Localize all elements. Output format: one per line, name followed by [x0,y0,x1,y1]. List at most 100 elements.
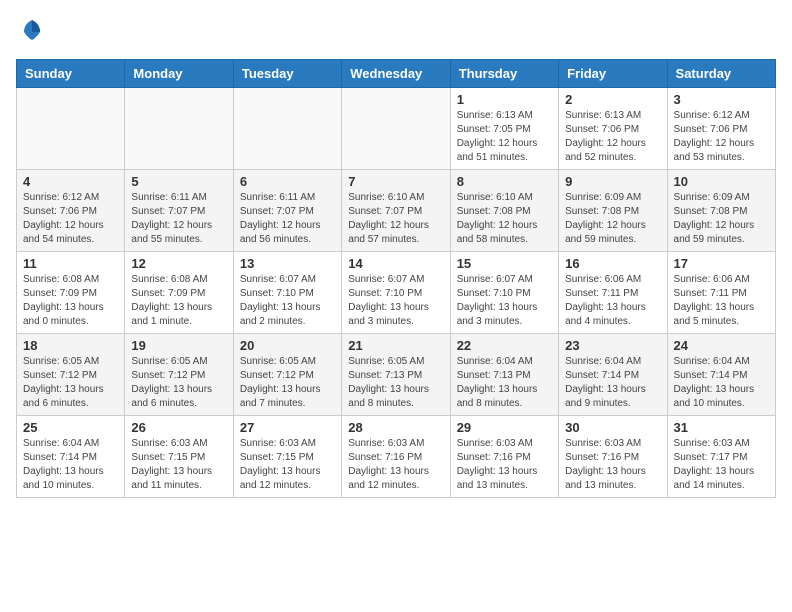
day-number: 1 [457,92,552,107]
calendar-day-cell: 27 Sunrise: 6:03 AM Sunset: 7:15 PM Dayli… [233,416,341,498]
day-number: 18 [23,338,118,353]
calendar-day-cell: 4 Sunrise: 6:12 AM Sunset: 7:06 PM Daylig… [17,170,125,252]
day-number: 28 [348,420,443,435]
calendar-week-row: 1 Sunrise: 6:13 AM Sunset: 7:05 PM Daylig… [17,88,776,170]
calendar-day-cell: 5 Sunrise: 6:11 AM Sunset: 7:07 PM Daylig… [125,170,233,252]
day-number: 20 [240,338,335,353]
calendar-day-cell [342,88,450,170]
day-info: Sunrise: 6:05 AM Sunset: 7:12 PM Dayligh… [23,355,118,411]
calendar-table: SundayMondayTuesdayWednesdayThursdayFrid… [16,59,776,498]
calendar-day-cell: 15 Sunrise: 6:07 AM Sunset: 7:10 PM Dayli… [450,252,558,334]
calendar-day-cell [17,88,125,170]
day-info: Sunrise: 6:11 AM Sunset: 7:07 PM Dayligh… [131,191,226,247]
calendar-day-cell: 14Sunrise: 6:07 AM Sunset: 7:10 PM Dayli… [342,252,450,334]
day-info: Sunrise: 6:11 AM Sunset: 7:07 PM Dayligh… [240,191,335,247]
calendar-day-cell: 7 Sunrise: 6:10 AM Sunset: 7:07 PM Daylig… [342,170,450,252]
day-info: Sunrise: 6:08 AM Sunset: 7:09 PM Dayligh… [23,273,118,329]
calendar-day-cell: 25 Sunrise: 6:04 AM Sunset: 7:14 PM Dayli… [17,416,125,498]
calendar-day-cell: 6 Sunrise: 6:11 AM Sunset: 7:07 PM Daylig… [233,170,341,252]
day-info: Sunrise: 6:13 AM Sunset: 7:06 PM Dayligh… [565,109,660,165]
day-number: 16 [565,256,660,271]
day-info: Sunrise: 6:05 AM Sunset: 7:12 PM Dayligh… [240,355,335,411]
day-info: Sunrise: 6:07 AM Sunset: 7:10 PM Dayligh… [348,273,443,329]
day-info: Sunrise: 6:06 AM Sunset: 7:11 PM Dayligh… [565,273,660,329]
calendar-day-cell: 21 Sunrise: 6:05 AM Sunset: 7:13 PM Dayli… [342,334,450,416]
day-number: 30 [565,420,660,435]
day-number: 8 [457,174,552,189]
calendar-day-cell: 28 Sunrise: 6:03 AM Sunset: 7:16 PM Dayli… [342,416,450,498]
day-info: Sunrise: 6:03 AM Sunset: 7:16 PM Dayligh… [348,437,443,493]
day-header-saturday: Saturday [667,60,775,88]
day-number: 13 [240,256,335,271]
day-info: Sunrise: 6:08 AM Sunset: 7:09 PM Dayligh… [131,273,226,329]
calendar-day-cell: 31 Sunrise: 6:03 AM Sunset: 7:17 PM Dayli… [667,416,775,498]
day-info: Sunrise: 6:03 AM Sunset: 7:15 PM Dayligh… [131,437,226,493]
calendar-day-cell: 3 Sunrise: 6:12 AM Sunset: 7:06 PM Daylig… [667,88,775,170]
day-info: Sunrise: 6:04 AM Sunset: 7:14 PM Dayligh… [23,437,118,493]
calendar-week-row: 25 Sunrise: 6:04 AM Sunset: 7:14 PM Dayli… [17,416,776,498]
calendar-day-cell: 9Sunrise: 6:09 AM Sunset: 7:08 PM Daylig… [559,170,667,252]
calendar-day-cell: 11 Sunrise: 6:08 AM Sunset: 7:09 PM Dayli… [17,252,125,334]
day-info: Sunrise: 6:06 AM Sunset: 7:11 PM Dayligh… [674,273,769,329]
day-info: Sunrise: 6:13 AM Sunset: 7:05 PM Dayligh… [457,109,552,165]
calendar-day-cell: 20 Sunrise: 6:05 AM Sunset: 7:12 PM Dayli… [233,334,341,416]
logo-icon [18,16,46,44]
calendar-day-cell: 22Sunrise: 6:04 AM Sunset: 7:13 PM Dayli… [450,334,558,416]
day-number: 4 [23,174,118,189]
day-number: 12 [131,256,226,271]
calendar-day-cell: 10Sunrise: 6:09 AM Sunset: 7:08 PM Dayli… [667,170,775,252]
day-number: 31 [674,420,769,435]
logo [16,16,46,49]
day-number: 6 [240,174,335,189]
day-info: Sunrise: 6:10 AM Sunset: 7:07 PM Dayligh… [348,191,443,247]
calendar-day-cell: 30 Sunrise: 6:03 AM Sunset: 7:16 PM Dayli… [559,416,667,498]
day-info: Sunrise: 6:07 AM Sunset: 7:10 PM Dayligh… [457,273,552,329]
day-info: Sunrise: 6:04 AM Sunset: 7:13 PM Dayligh… [457,355,552,411]
calendar-day-cell [125,88,233,170]
day-number: 19 [131,338,226,353]
day-info: Sunrise: 6:03 AM Sunset: 7:16 PM Dayligh… [457,437,552,493]
calendar-day-cell: 13Sunrise: 6:07 AM Sunset: 7:10 PM Dayli… [233,252,341,334]
page-header [16,16,776,49]
day-number: 26 [131,420,226,435]
day-number: 7 [348,174,443,189]
day-header-thursday: Thursday [450,60,558,88]
day-header-monday: Monday [125,60,233,88]
day-number: 24 [674,338,769,353]
day-info: Sunrise: 6:10 AM Sunset: 7:08 PM Dayligh… [457,191,552,247]
calendar-day-cell: 1 Sunrise: 6:13 AM Sunset: 7:05 PM Daylig… [450,88,558,170]
calendar-day-cell [233,88,341,170]
day-info: Sunrise: 6:12 AM Sunset: 7:06 PM Dayligh… [23,191,118,247]
day-info: Sunrise: 6:03 AM Sunset: 7:15 PM Dayligh… [240,437,335,493]
calendar-day-cell: 17Sunrise: 6:06 AM Sunset: 7:11 PM Dayli… [667,252,775,334]
day-number: 27 [240,420,335,435]
day-header-wednesday: Wednesday [342,60,450,88]
day-info: Sunrise: 6:09 AM Sunset: 7:08 PM Dayligh… [565,191,660,247]
day-header-friday: Friday [559,60,667,88]
calendar-week-row: 11 Sunrise: 6:08 AM Sunset: 7:09 PM Dayli… [17,252,776,334]
day-header-tuesday: Tuesday [233,60,341,88]
calendar-week-row: 4 Sunrise: 6:12 AM Sunset: 7:06 PM Daylig… [17,170,776,252]
day-number: 15 [457,256,552,271]
day-number: 21 [348,338,443,353]
calendar-day-cell: 18 Sunrise: 6:05 AM Sunset: 7:12 PM Dayli… [17,334,125,416]
day-info: Sunrise: 6:12 AM Sunset: 7:06 PM Dayligh… [674,109,769,165]
calendar-day-cell: 12 Sunrise: 6:08 AM Sunset: 7:09 PM Dayli… [125,252,233,334]
day-number: 11 [23,256,118,271]
calendar-day-cell: 26 Sunrise: 6:03 AM Sunset: 7:15 PM Dayli… [125,416,233,498]
day-number: 23 [565,338,660,353]
calendar-day-cell: 2 Sunrise: 6:13 AM Sunset: 7:06 PM Daylig… [559,88,667,170]
day-info: Sunrise: 6:03 AM Sunset: 7:17 PM Dayligh… [674,437,769,493]
calendar-day-cell: 23Sunrise: 6:04 AM Sunset: 7:14 PM Dayli… [559,334,667,416]
day-info: Sunrise: 6:05 AM Sunset: 7:12 PM Dayligh… [131,355,226,411]
day-number: 29 [457,420,552,435]
day-info: Sunrise: 6:03 AM Sunset: 7:16 PM Dayligh… [565,437,660,493]
calendar-day-cell: 24Sunrise: 6:04 AM Sunset: 7:14 PM Dayli… [667,334,775,416]
day-number: 2 [565,92,660,107]
calendar-day-cell: 16 Sunrise: 6:06 AM Sunset: 7:11 PM Dayli… [559,252,667,334]
day-number: 3 [674,92,769,107]
calendar-header-row: SundayMondayTuesdayWednesdayThursdayFrid… [17,60,776,88]
day-info: Sunrise: 6:05 AM Sunset: 7:13 PM Dayligh… [348,355,443,411]
day-number: 25 [23,420,118,435]
day-number: 5 [131,174,226,189]
